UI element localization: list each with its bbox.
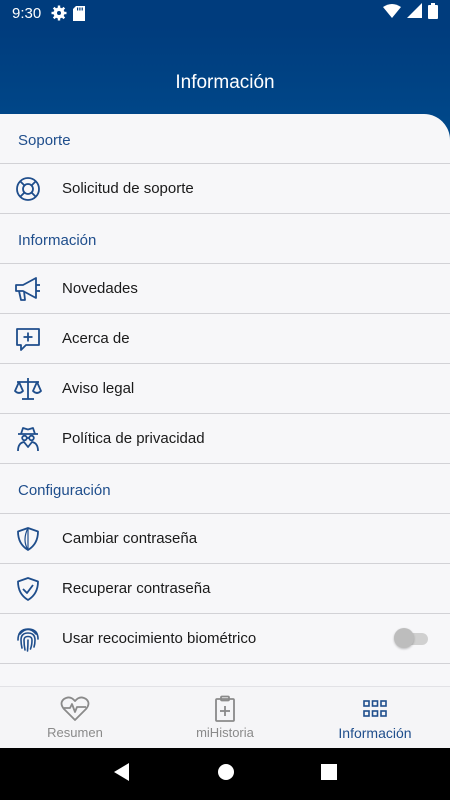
legal-notice-label: Aviso legal	[62, 380, 135, 397]
shield-icon	[14, 525, 42, 553]
nav-tab-resumen[interactable]: Resumen	[0, 687, 150, 748]
signal-icon	[407, 3, 422, 23]
wifi-icon	[383, 3, 401, 23]
legal-notice-item[interactable]: Aviso legal	[0, 364, 450, 414]
biometric-label: Usar recocimiento biométrico	[62, 630, 257, 647]
scales-icon	[14, 375, 42, 403]
support-request-label: Solicitud de soporte	[62, 180, 194, 197]
clipboard-plus-icon	[214, 695, 236, 723]
grid-icon	[363, 695, 387, 723]
status-bar: 9:30	[0, 0, 450, 26]
home-icon[interactable]	[217, 763, 235, 786]
section-title-support: Soporte	[0, 114, 450, 164]
lifebuoy-icon	[14, 175, 42, 203]
back-icon[interactable]	[113, 762, 131, 787]
bottom-navigation: Resumen miHistoria Información	[0, 686, 450, 748]
sd-card-icon	[73, 5, 86, 21]
system-navigation-bar	[0, 748, 450, 800]
support-request-item[interactable]: Solicitud de soporte	[0, 164, 450, 214]
recover-password-item[interactable]: Recuperar contraseña	[0, 564, 450, 614]
spy-icon	[14, 425, 42, 453]
news-label: Novedades	[62, 280, 138, 297]
privacy-policy-item[interactable]: Política de privacidad	[0, 414, 450, 464]
recover-password-label: Recuperar contraseña	[62, 580, 211, 597]
nav-label-resumen: Resumen	[47, 725, 103, 740]
about-label: Acerca de	[62, 330, 130, 347]
about-item[interactable]: Acerca de	[0, 314, 450, 364]
toggle-thumb	[394, 628, 414, 648]
heart-pulse-icon	[60, 695, 90, 723]
nav-tab-mihistoria[interactable]: miHistoria	[150, 687, 300, 748]
biometric-item[interactable]: Usar recocimiento biométrico	[0, 614, 450, 664]
gear-icon	[51, 5, 67, 21]
status-time: 9:30	[12, 4, 42, 22]
shield-check-icon	[14, 575, 42, 603]
battery-icon	[428, 2, 438, 24]
nav-label-informacion: Información	[338, 724, 412, 741]
settings-list: Soporte Solicitud de soporte Información…	[0, 114, 450, 686]
fingerprint-icon	[14, 625, 42, 653]
change-password-item[interactable]: Cambiar contraseña	[0, 514, 450, 564]
nav-tab-informacion[interactable]: Información	[300, 687, 450, 748]
section-title-settings: Configuración	[0, 464, 450, 514]
page-title: Información	[175, 72, 275, 93]
privacy-policy-label: Política de privacidad	[62, 430, 205, 447]
biometric-toggle[interactable]	[394, 628, 428, 648]
chat-plus-icon	[14, 325, 42, 353]
section-title-information: Información	[0, 214, 450, 264]
news-item[interactable]: Novedades	[0, 264, 450, 314]
change-password-label: Cambiar contraseña	[62, 530, 198, 547]
recents-icon[interactable]	[321, 763, 337, 785]
megaphone-icon	[14, 275, 42, 303]
nav-label-mihistoria: miHistoria	[196, 725, 254, 740]
